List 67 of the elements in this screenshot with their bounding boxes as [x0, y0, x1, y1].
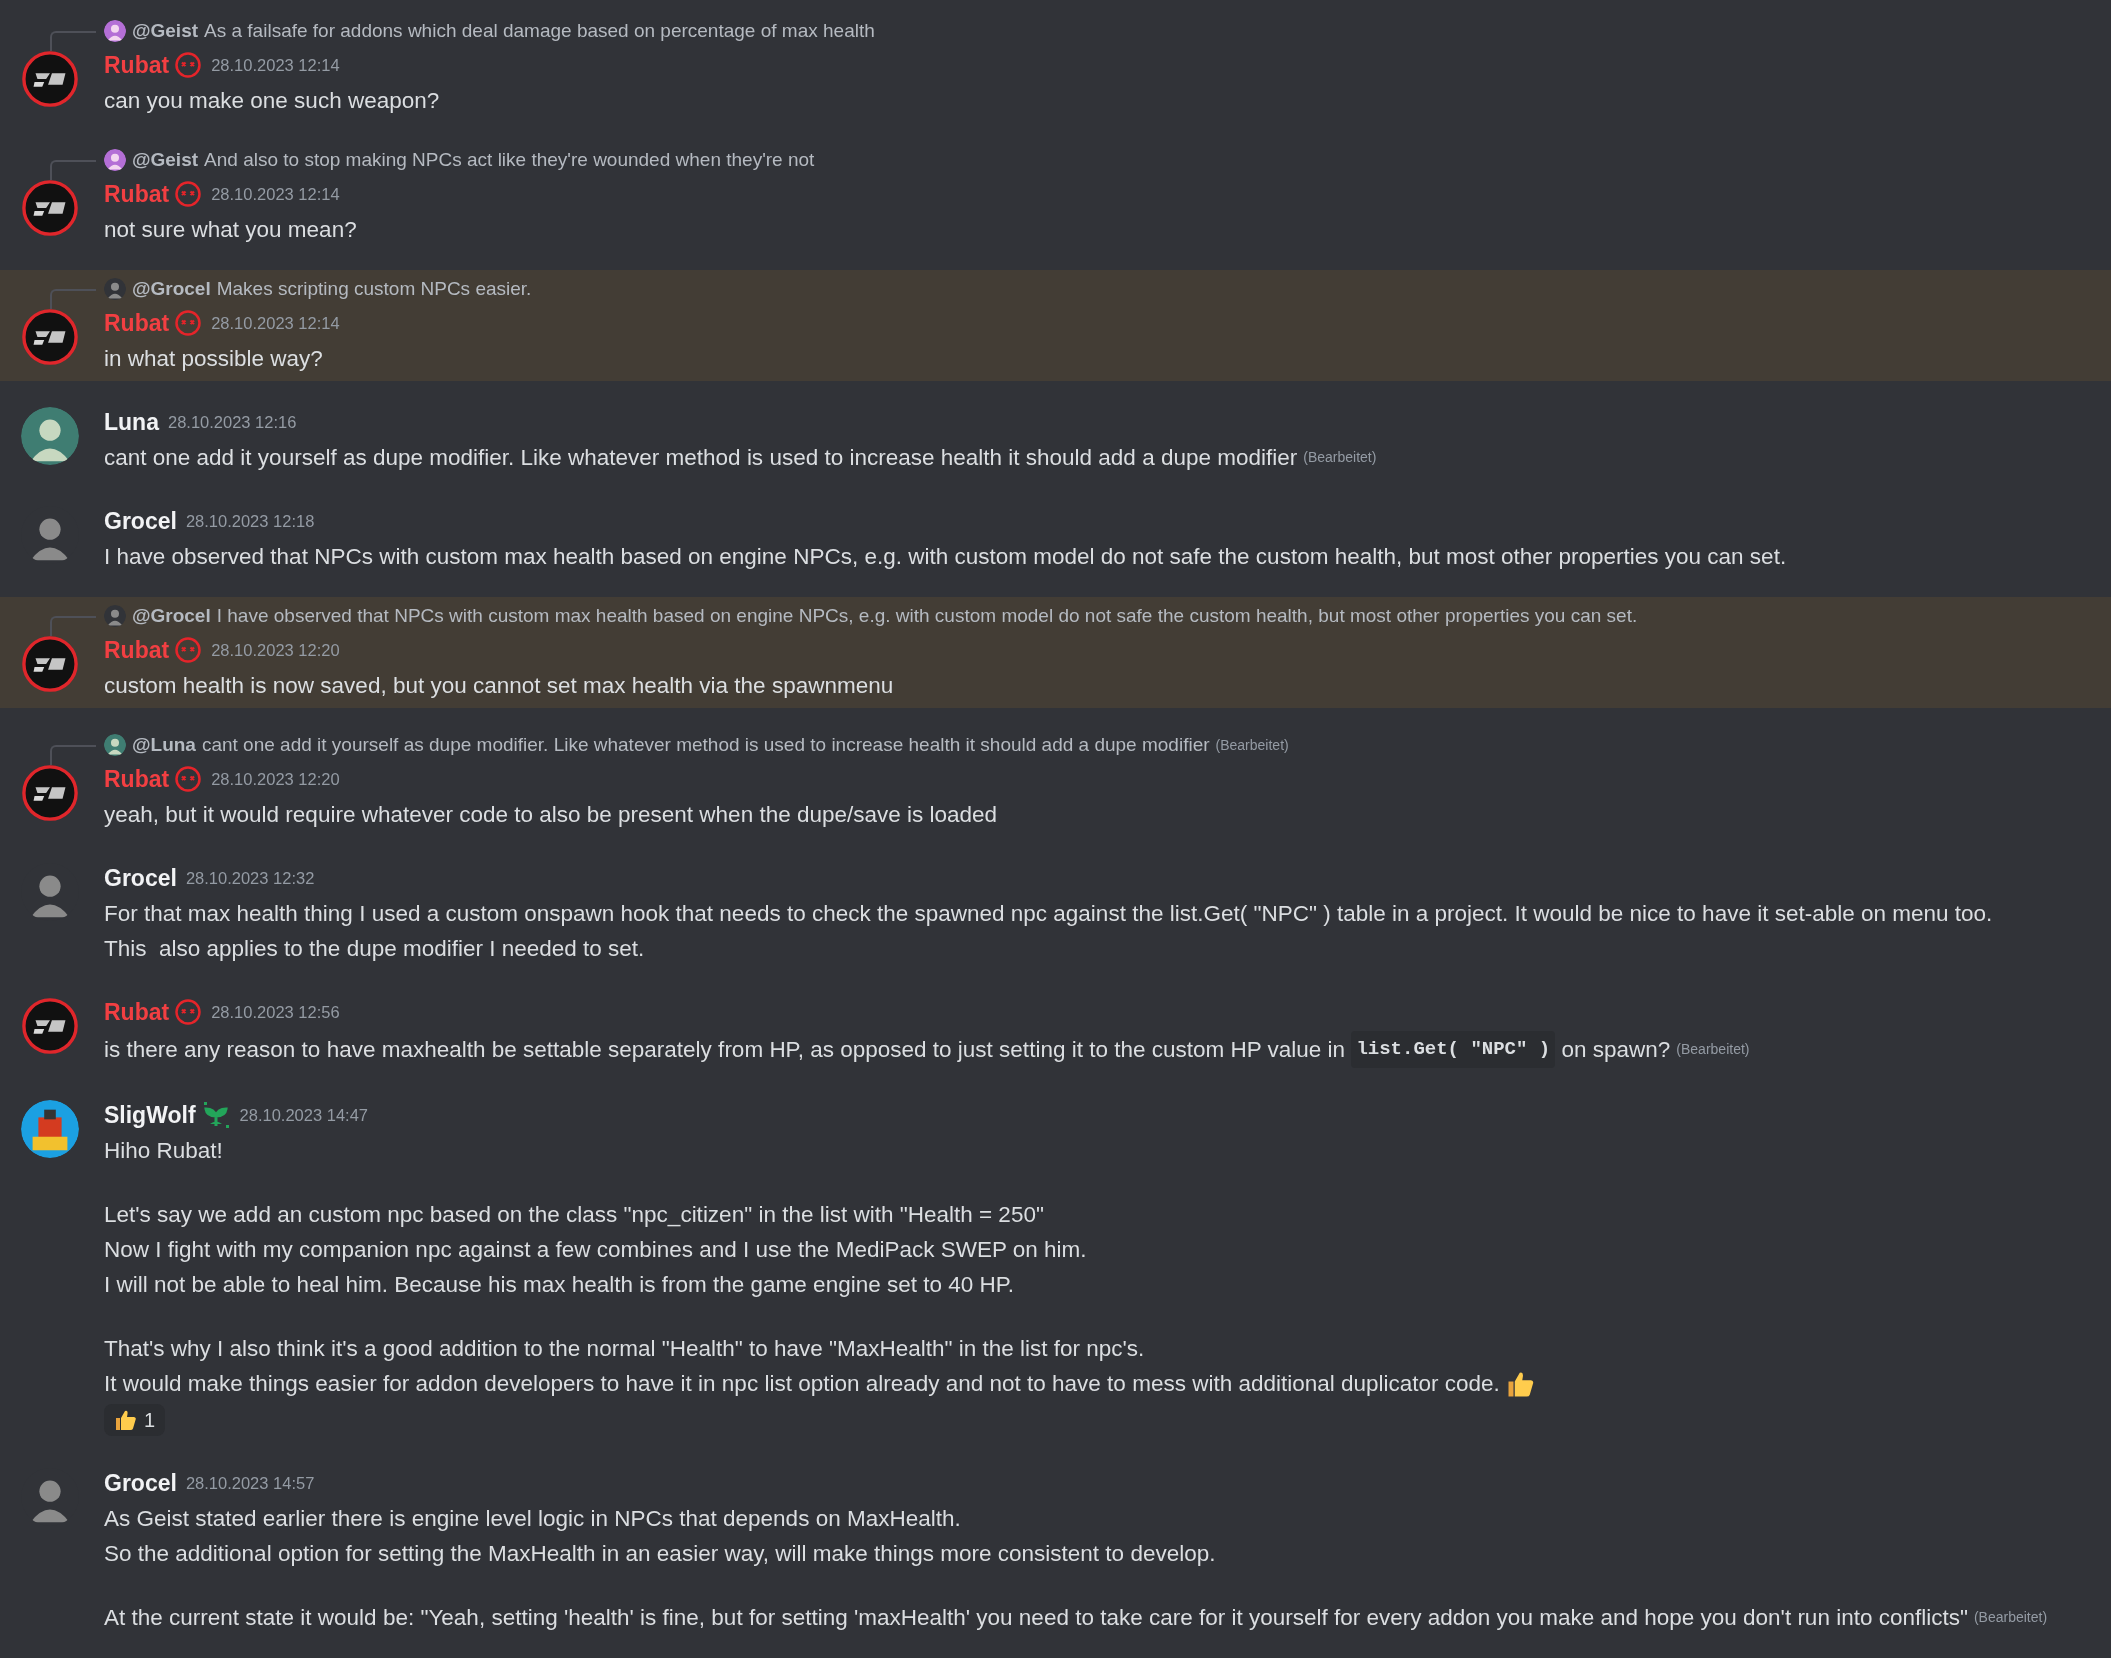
reaction-button[interactable]: 1: [104, 1404, 166, 1436]
avatar[interactable]: [21, 407, 79, 465]
message-text: Hiho Rubat!: [104, 1137, 223, 1165]
reply-author[interactable]: @Grocel: [132, 278, 211, 300]
message-text: So the additional option for setting the MaxHealth in an easier way, will make things more consistent to develop.: [104, 1540, 1216, 1568]
reply-text[interactable]: cant one add it yourself as dupe modifier. Like whatever method is used to increase health it should add a dupe modifier: [201, 734, 1210, 756]
reply-text[interactable]: Makes scripting custom NPCs easier.: [216, 278, 532, 300]
reply-author[interactable]: @Geist: [132, 149, 199, 171]
message-text: At the current state it would be: "Yeah, setting 'health' is fine, but for setting 'maxHealth' you need to take care for it yourself for every addon you make and hope you don't run into conflicts": [104, 1604, 1968, 1632]
author-name[interactable]: Rubat: [104, 180, 170, 208]
author-name[interactable]: Grocel: [104, 507, 177, 535]
avatar[interactable]: [104, 734, 126, 756]
reply-author[interactable]: @Luna: [132, 734, 196, 756]
message-text: It would make things easier for addon developers to have it in npc list option already and not to have to mess with additional duplicator code.: [104, 1370, 1500, 1398]
reply-author[interactable]: @Grocel: [132, 605, 211, 627]
message-text: in what possible way?: [104, 345, 323, 373]
message-text: That's why I also think it's a good addition to the normal "Health" to have "MaxHealth" in the list for npc's.: [104, 1335, 1145, 1363]
timestamp: 28.10.2023 12:56: [211, 1002, 340, 1022]
message-text: For that max health thing I used a custom onspawn hook that needs to check the spawned npc against the list.Get( "NPC" ) table in a project. It would be nice to have it set-able on menu too.: [104, 900, 1993, 928]
author-name[interactable]: Rubat: [104, 765, 170, 793]
avatar[interactable]: [21, 764, 79, 822]
timestamp: 28.10.2023 14:57: [185, 1473, 315, 1493]
avatar[interactable]: [21, 1100, 79, 1158]
author-name[interactable]: Rubat: [104, 51, 170, 79]
timestamp: 28.10.2023 12:14: [211, 184, 340, 204]
timestamp: 28.10.2023 12:16: [167, 412, 297, 432]
avatar[interactable]: [21, 997, 79, 1055]
message-text: custom health is now saved, but you cannot set max health via the spawnmenu: [104, 672, 894, 700]
message-text: I will not be able to heal him. Because his max health is from the game engine set to 40 HP.: [104, 1271, 1015, 1299]
message-text: can you make one such weapon?: [104, 87, 440, 115]
author-name[interactable]: Rubat: [104, 998, 170, 1026]
message-text: I have observed that NPCs with custom max health based on engine NPCs, e.g. with custom model do not safe the custom health, but most other properties you can set.: [104, 543, 1787, 571]
message-text: As Geist stated earlier there is engine level logic in NPCs that depends on MaxHealth.: [104, 1505, 961, 1533]
author-name[interactable]: SligWolf: [104, 1101, 196, 1129]
timestamp: 28.10.2023 12:14: [211, 55, 340, 75]
message-text: is there any reason to have maxhealth be settable separately from HP, as opposed to just setting it to the custom HP value in: [104, 1036, 1347, 1064]
edited-label: (Bearbeitet): [1676, 1040, 1750, 1059]
edited-label: (Bearbeitet): [1215, 737, 1289, 753]
reply-author[interactable]: @Geist: [132, 20, 199, 42]
reply-text[interactable]: I have observed that NPCs with custom max health based on engine NPCs, e.g. with custom model do not safe the custom health, but most other properties you can set.: [216, 605, 1638, 627]
avatar[interactable]: [21, 635, 79, 693]
timestamp: 28.10.2023 12:14: [211, 313, 340, 333]
edited-label: (Bearbeitet): [1973, 1608, 2048, 1627]
message-text: not sure what you mean?: [104, 216, 357, 244]
timestamp: 28.10.2023 12:18: [185, 511, 315, 531]
reply-text[interactable]: And also to stop making NPCs act like they're wounded when they're not: [204, 149, 815, 171]
avatar[interactable]: [21, 50, 79, 108]
message-text: cant one add it yourself as dupe modifier. Like whatever method is used to increase health it should add a dupe modifier: [104, 444, 1298, 472]
author-name[interactable]: Grocel: [104, 864, 177, 892]
avatar[interactable]: [104, 149, 126, 171]
timestamp: 28.10.2023 12:20: [211, 640, 340, 660]
timestamp: 28.10.2023 12:20: [211, 769, 340, 789]
message-text: on spawn?: [1560, 1036, 1671, 1064]
avatar[interactable]: [104, 20, 126, 42]
avatar[interactable]: [21, 179, 79, 237]
message-text: Now I fight with my companion npc against a few combines and I use the MediPack SWEP on him.: [104, 1236, 1087, 1264]
timestamp: 28.10.2023 14:47: [239, 1105, 369, 1125]
avatar[interactable]: [21, 308, 79, 366]
timestamp: 28.10.2023 12:32: [185, 868, 315, 888]
author-name[interactable]: Grocel: [104, 1469, 177, 1497]
message-text: This also applies to the dupe modifier I needed to set.: [104, 935, 645, 963]
message-text: Let's say we add an custom npc based on the class "npc_citizen" in the list with "Health = 250": [104, 1201, 1044, 1229]
reply-text[interactable]: As a failsafe for addons which deal damage based on percentage of max health: [204, 20, 875, 42]
edited-label: (Bearbeitet): [1303, 448, 1377, 467]
message-text: yeah, but it would require whatever code to also be present when the dupe/save is loaded: [104, 801, 998, 829]
author-name[interactable]: Luna: [104, 408, 159, 436]
inline-code: list.Get( "NPC" ): [1351, 1031, 1556, 1068]
